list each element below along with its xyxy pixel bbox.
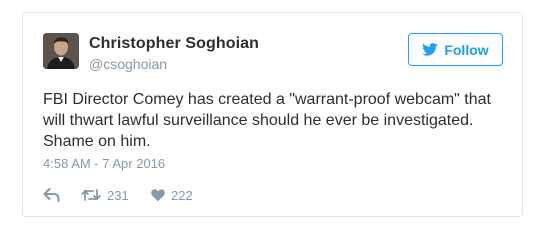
retweet-icon: [81, 188, 101, 202]
follow-label: Follow: [444, 41, 489, 58]
tweet-text: FBI Director Comey has created a "warran…: [43, 91, 491, 150]
author-display-name[interactable]: Christopher Soghoian: [89, 35, 259, 53]
retweet-button[interactable]: 231: [81, 188, 151, 203]
like-count: 222: [171, 187, 193, 203]
avatar[interactable]: [43, 33, 79, 69]
retweet-count: 231: [107, 187, 129, 203]
tweet-actions: 231 222: [43, 185, 193, 205]
author-screen-name[interactable]: @csoghoian: [89, 56, 167, 72]
twitter-bird-icon: [422, 43, 438, 56]
tweet-card: Christopher Soghoian @csoghoian Follow F…: [22, 12, 523, 217]
like-button[interactable]: 222: [151, 188, 193, 203]
reply-icon: [43, 188, 60, 202]
follow-button[interactable]: Follow: [408, 33, 503, 66]
tweet-timestamp[interactable]: 4:58 AM - 7 Apr 2016: [43, 156, 165, 171]
heart-icon: [151, 188, 165, 202]
reply-button[interactable]: [43, 188, 81, 202]
